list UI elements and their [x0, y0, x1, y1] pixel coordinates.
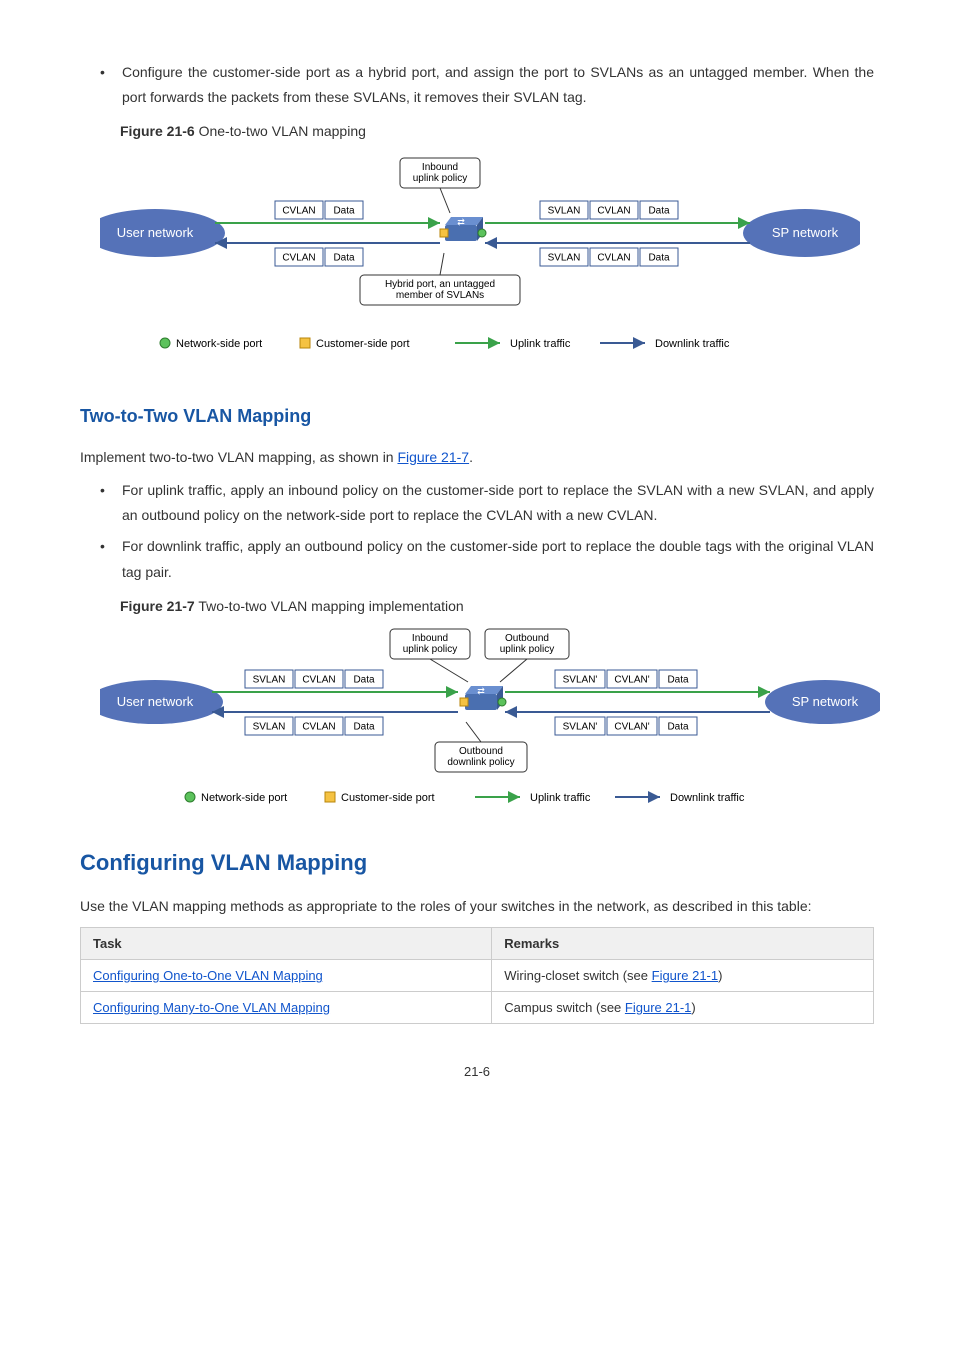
svg-text:Data: Data [333, 205, 355, 216]
svg-text:Data: Data [648, 252, 670, 263]
svg-text:Network-side port: Network-side port [176, 338, 262, 350]
svg-text:Data: Data [667, 675, 689, 686]
page-number: 21-6 [80, 1064, 874, 1079]
heading-two-to-two: Two-to-Two VLAN Mapping [80, 406, 874, 427]
remarks-one-to-one: Wiring-closet switch (see Figure 21-1) [492, 960, 874, 992]
figure-21-7-caption: Figure 21-7 Two-to-two VLAN mapping impl… [120, 595, 874, 617]
th-remarks: Remarks [492, 928, 874, 960]
bullet-downlink-policy: For downlink traffic, apply an outbound … [100, 534, 874, 584]
svg-text:CVLAN: CVLAN [302, 722, 335, 733]
svg-text:CVLAN: CVLAN [282, 252, 315, 263]
bullet-uplink-policy: For uplink traffic, apply an inbound pol… [100, 478, 874, 528]
figure-21-6-caption: Figure 21-6 One-to-two VLAN mapping [120, 120, 874, 142]
svg-text:User network: User network [117, 225, 194, 240]
figure-21-7-diagram: Inbounduplink policy Outbounduplink poli… [100, 627, 874, 820]
vlan-mapping-table: Task Remarks Configuring One-to-One VLAN… [80, 927, 874, 1024]
configuring-intro: Use the VLAN mapping methods as appropri… [80, 894, 874, 919]
link-fig-21-1-b[interactable]: Figure 21-1 [625, 1000, 691, 1015]
svg-text:Customer-side port: Customer-side port [316, 338, 410, 350]
intro-bullets: Configure the customer-side port as a hy… [80, 60, 874, 110]
table-row: Configuring One-to-One VLAN Mapping Wiri… [81, 960, 874, 992]
svg-text:Uplink traffic: Uplink traffic [530, 792, 591, 804]
svg-text:User network: User network [117, 694, 194, 709]
figure-21-6-diagram: Inbounduplink policy User network SP net… [100, 153, 874, 376]
svg-text:SVLAN': SVLAN' [563, 722, 598, 733]
two-to-two-bullets: For uplink traffic, apply an inbound pol… [80, 478, 874, 585]
svg-text:SP network: SP network [792, 694, 859, 709]
svg-text:Downlink traffic: Downlink traffic [655, 338, 730, 350]
remarks-many-to-one: Campus switch (see Figure 21-1) [492, 992, 874, 1024]
svg-text:SVLAN: SVLAN [548, 252, 581, 263]
figure-21-6-title: One-to-two VLAN mapping [199, 123, 366, 139]
heading-configuring: Configuring VLAN Mapping [80, 850, 874, 876]
svg-text:SVLAN: SVLAN [253, 722, 286, 733]
svg-text:CVLAN: CVLAN [302, 675, 335, 686]
svg-text:Data: Data [333, 252, 355, 263]
svg-text:SVLAN': SVLAN' [563, 675, 598, 686]
link-fig-21-1-a[interactable]: Figure 21-1 [652, 968, 718, 983]
figure-21-6-label: Figure 21-6 [120, 123, 195, 139]
svg-text:CVLAN': CVLAN' [614, 722, 649, 733]
svg-text:Customer-side port: Customer-side port [341, 792, 435, 804]
svg-text:Data: Data [353, 675, 375, 686]
svg-text:CVLAN: CVLAN [597, 252, 630, 263]
svg-text:Uplink traffic: Uplink traffic [510, 338, 571, 350]
svg-text:CVLAN: CVLAN [597, 205, 630, 216]
svg-text:Data: Data [667, 722, 689, 733]
th-task: Task [81, 928, 492, 960]
svg-text:Hybrid port, an untaggedmember: Hybrid port, an untaggedmember of SVLANs [385, 279, 495, 301]
svg-text:Outbounduplink policy: Outbounduplink policy [500, 633, 554, 655]
figure-21-7-title: Two-to-two VLAN mapping implementation [198, 598, 463, 614]
svg-text:⇄: ⇄ [477, 686, 485, 696]
figure-21-7-label: Figure 21-7 [120, 598, 195, 614]
table-row: Configuring Many-to-One VLAN Mapping Cam… [81, 992, 874, 1024]
link-figure-21-7[interactable]: Figure 21-7 [397, 449, 469, 465]
link-many-to-one[interactable]: Configuring Many-to-One VLAN Mapping [93, 1000, 330, 1015]
link-one-to-one[interactable]: Configuring One-to-One VLAN Mapping [93, 968, 323, 983]
svg-text:Network-side port: Network-side port [201, 792, 287, 804]
bullet-hybrid-port: Configure the customer-side port as a hy… [100, 60, 874, 110]
two-to-two-intro: Implement two-to-two VLAN mapping, as sh… [80, 445, 874, 470]
svg-text:CVLAN': CVLAN' [614, 675, 649, 686]
svg-text:CVLAN: CVLAN [282, 205, 315, 216]
svg-text:⇄: ⇄ [457, 217, 465, 227]
svg-text:SP network: SP network [772, 225, 839, 240]
svg-text:SVLAN: SVLAN [253, 675, 286, 686]
svg-text:Downlink traffic: Downlink traffic [670, 792, 745, 804]
svg-text:Data: Data [353, 722, 375, 733]
svg-text:Data: Data [648, 205, 670, 216]
svg-text:SVLAN: SVLAN [548, 205, 581, 216]
